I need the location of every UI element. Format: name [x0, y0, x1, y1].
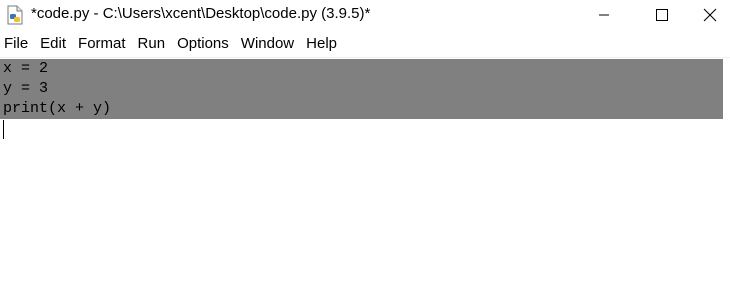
menu-window[interactable]: Window: [235, 33, 300, 55]
menu-bar: File Edit Format Run Options Window Help: [0, 33, 730, 55]
title-bar: *code.py - C:\Users\xcent\Desktop\code.p…: [0, 0, 730, 30]
maximize-icon: [656, 9, 668, 21]
code-line-1: x = 2: [3, 60, 49, 77]
menu-edit[interactable]: Edit: [34, 33, 72, 55]
menu-file[interactable]: File: [0, 33, 34, 55]
menu-format[interactable]: Format: [72, 33, 132, 55]
maximize-button[interactable]: [633, 0, 691, 30]
close-icon: [703, 8, 717, 22]
menu-options[interactable]: Options: [171, 33, 235, 55]
code-editor[interactable]: x = 2 y = 3 print(x + y): [0, 59, 730, 292]
minimize-button[interactable]: [575, 0, 633, 30]
menu-help[interactable]: Help: [300, 33, 343, 55]
menu-run[interactable]: Run: [132, 33, 172, 55]
code-line-3: print(x + y): [3, 100, 112, 117]
idle-editor-window: *code.py - C:\Users\xcent\Desktop\code.p…: [0, 0, 730, 292]
code-line-2: y = 3: [3, 80, 49, 97]
close-button[interactable]: [690, 0, 730, 30]
minimize-icon: [599, 14, 609, 16]
window-title: *code.py - C:\Users\xcent\Desktop\code.p…: [31, 5, 371, 22]
python-file-icon: [6, 5, 24, 25]
menu-divider: [0, 57, 730, 58]
text-cursor: [3, 120, 4, 139]
